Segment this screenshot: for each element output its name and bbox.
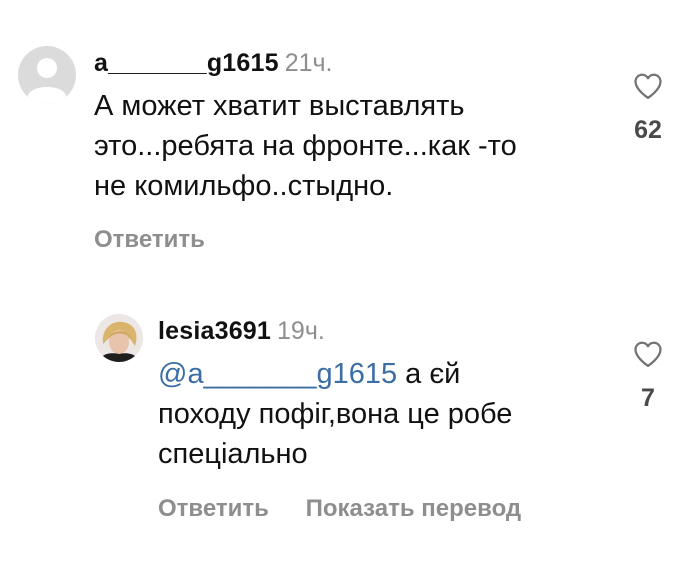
user-photo-icon xyxy=(95,314,143,362)
comment-body: a_______g1615 21ч. А может хватит выставл… xyxy=(94,48,614,206)
like-count: 7 xyxy=(641,384,655,412)
comment-text: А может хватит выставлять это...ребята н… xyxy=(94,86,614,206)
reply-username[interactable]: lesia3691 xyxy=(158,317,271,345)
reply-button[interactable]: Ответить xyxy=(158,495,269,522)
heart-outline-icon[interactable] xyxy=(633,72,663,100)
comment-text-line: не комильфо..стыдно. xyxy=(94,170,394,202)
reply-text-line: походу пофіг,вона це робе xyxy=(158,398,513,430)
reply-text-line: @a_______g1615 а єй xyxy=(158,354,608,394)
heart-outline-icon[interactable] xyxy=(633,340,663,368)
like-control: 62 xyxy=(618,72,678,145)
user-photo-avatar[interactable] xyxy=(95,314,143,362)
reply-text-fragment: а єй xyxy=(397,358,461,390)
reply-actions: Ответить Показать перевод xyxy=(158,495,521,523)
reply-body: lesia3691 19ч. @a_______g1615 а єй походу… xyxy=(158,316,608,474)
like-control: 7 xyxy=(618,340,678,413)
comment-actions: Ответить xyxy=(94,226,205,254)
default-user-avatar[interactable] xyxy=(18,46,76,104)
mention-link[interactable]: @a_______g1615 xyxy=(158,358,397,390)
reply-time: 19ч. xyxy=(277,317,325,345)
like-count: 62 xyxy=(634,116,662,144)
comment-username[interactable]: a_______g1615 xyxy=(94,49,279,77)
default-avatar-silhouette-icon xyxy=(28,58,66,104)
comment-header: a_______g1615 21ч. xyxy=(94,48,614,78)
reply-text-line: спеціально xyxy=(158,438,308,470)
reply-text: @a_______g1615 а єй походу пофіг,вона це… xyxy=(158,354,608,474)
reply-header: lesia3691 19ч. xyxy=(158,316,608,346)
comment-text-line: А может хватит выставлять xyxy=(94,90,465,122)
comment-time: 21ч. xyxy=(284,49,333,77)
show-translation-button[interactable]: Показать перевод xyxy=(306,495,522,522)
reply-button[interactable]: Ответить xyxy=(94,226,205,253)
comment-text-line: это...ребята на фронте...как -то xyxy=(94,130,517,162)
